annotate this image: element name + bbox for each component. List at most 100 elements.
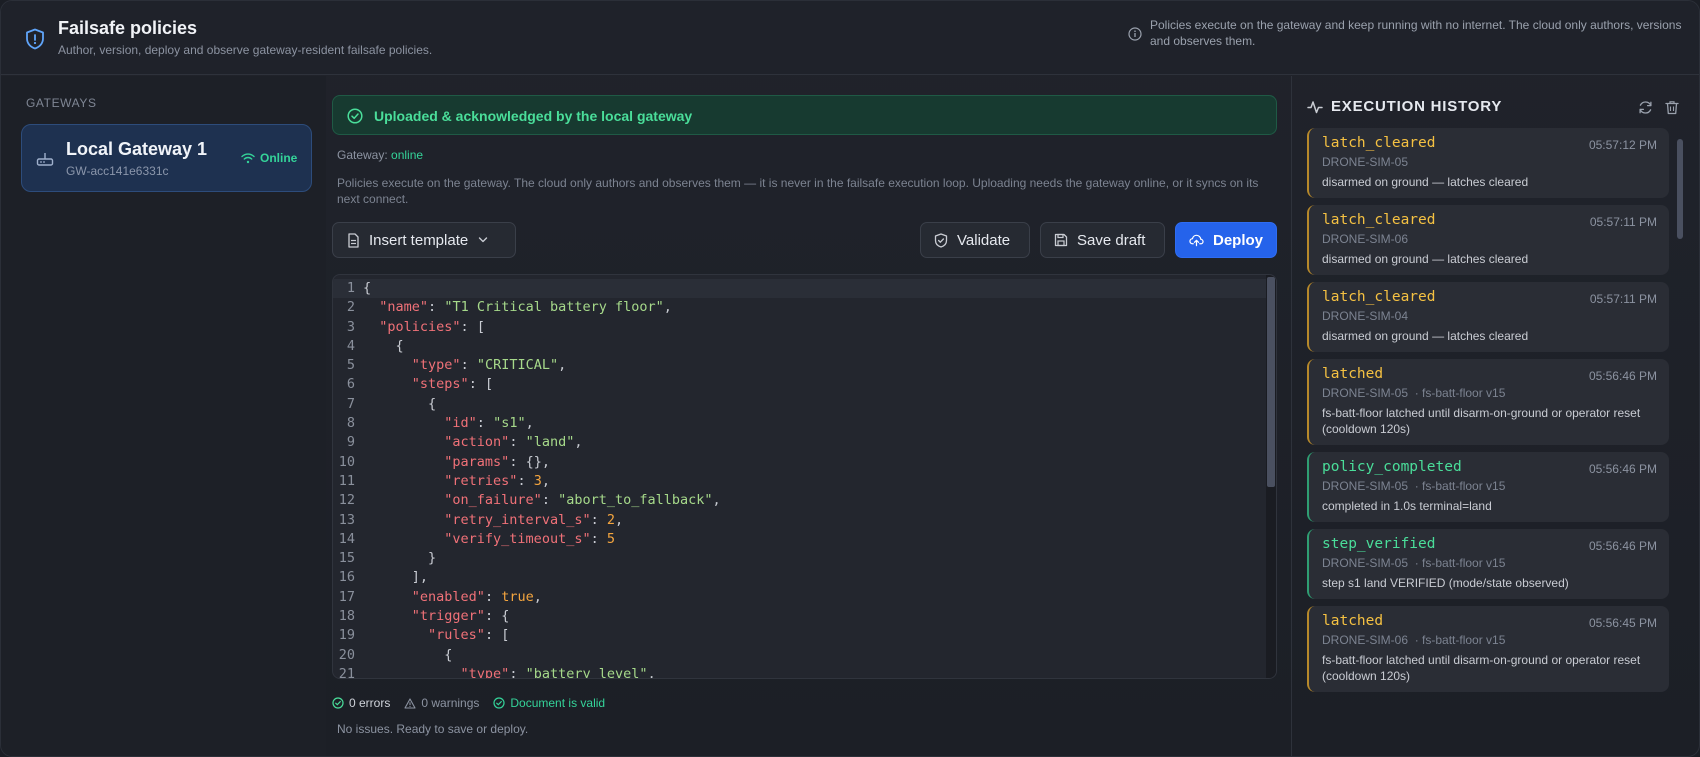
cloud-upload-icon — [1189, 234, 1204, 247]
validate-label: Validate — [957, 231, 1011, 249]
event-policy: · fs-batt-floor v15 — [1414, 386, 1506, 400]
event-message: disarmed on ground — latches cleared — [1322, 252, 1529, 266]
json-code-editor[interactable]: 1{2 "name": "T1 Critical battery floor",… — [332, 274, 1277, 679]
code-line: 13 "retry_interval_s": 2, — [338, 511, 624, 528]
banner-text: Uploaded & acknowledged by the local gat… — [374, 108, 693, 124]
event-meta: DRONE-SIM-05 · fs-batt-floor v15 — [1322, 556, 1657, 570]
event-message: disarmed on ground — latches cleared — [1322, 175, 1529, 189]
execution-history-panel: EXECUTION HISTORY latch_cleared 05:57:12 … — [1291, 76, 1699, 756]
history-event[interactable]: latch_cleared 05:57:11 PM DRONE-SIM-04 disa… — [1307, 282, 1669, 352]
event-meta: DRONE-SIM-06 · fs-batt-floor v15 — [1322, 633, 1657, 647]
event-drone: DRONE-SIM-04 — [1322, 309, 1409, 323]
page-subtitle: Author, version, deploy and observe gate… — [58, 43, 433, 57]
validate-button[interactable]: Validate — [920, 222, 1030, 258]
code-line: 19 "rules": [ — [338, 627, 510, 644]
gateway-card-local-gateway-1[interactable]: Local Gateway 1 GW-acc141e6331c Online — [21, 124, 312, 192]
app-window: Failsafe policies Author, version, deplo… — [0, 0, 1700, 757]
event-drone: DRONE-SIM-05 — [1322, 479, 1409, 493]
document-valid-label: Document is valid — [510, 696, 606, 710]
deploy-button[interactable]: Deploy — [1175, 222, 1277, 258]
header-info-text: Policies execute on the gateway and keep… — [1150, 18, 1682, 48]
event-time: 05:56:46 PM — [1588, 369, 1657, 383]
history-event[interactable]: latch_cleared 05:57:11 PM DRONE-SIM-06 disa… — [1307, 205, 1669, 275]
errors-label: 0 errors — [349, 696, 391, 710]
trash-icon[interactable] — [1665, 100, 1679, 115]
event-policy: · fs-batt-floor v15 — [1414, 556, 1506, 570]
check-circle-icon — [347, 108, 363, 124]
code-line: 5 "type": "CRITICAL", — [346, 357, 567, 374]
warnings-label: 0 warnings — [421, 696, 480, 710]
event-drone: DRONE-SIM-05 — [1322, 155, 1409, 169]
save-draft-button[interactable]: Save draft — [1040, 222, 1165, 258]
event-meta: DRONE-SIM-05 · fs-batt-floor v15 — [1322, 479, 1657, 493]
activity-icon — [1307, 101, 1323, 114]
event-drone: DRONE-SIM-06 — [1322, 232, 1409, 246]
event-meta: DRONE-SIM-04 — [1322, 309, 1657, 323]
event-time: 05:57:12 PM — [1588, 138, 1657, 152]
code-line: 6 "steps": [ — [346, 376, 494, 393]
history-event[interactable]: latch_cleared 05:57:12 PM DRONE-SIM-05 disa… — [1307, 128, 1669, 198]
event-message: fs-batt-floor latched until disarm-on-gr… — [1322, 406, 1641, 436]
history-event[interactable]: latched 05:56:46 PM DRONE-SIM-05 · fs-batt… — [1307, 359, 1669, 445]
router-icon — [36, 153, 54, 166]
code-line: 2 "name": "T1 Critical battery floor", — [346, 299, 672, 316]
event-time: 05:56:46 PM — [1588, 462, 1657, 476]
document-valid-indicator: Document is valid — [493, 696, 605, 710]
gateway-status-label: Gateway: — [337, 148, 388, 162]
code-line: 7 { — [346, 395, 437, 412]
event-meta: DRONE-SIM-05 — [1322, 155, 1657, 169]
gateway-status-badge: Online — [260, 151, 298, 165]
code-line: 10 "params": {}, — [338, 453, 550, 470]
code-line: 17 "enabled": true, — [338, 588, 542, 605]
policy-description: Policies execute on the gateway. The clo… — [337, 176, 1259, 206]
check-circle-icon — [493, 697, 505, 709]
info-icon — [1128, 27, 1142, 41]
gateways-section-label: GATEWAYS — [26, 96, 97, 110]
event-message: step s1 land VERIFIED (mode/state observ… — [1322, 576, 1569, 590]
execution-history-title: EXECUTION HISTORY — [1331, 98, 1503, 115]
gateway-status-value: online — [391, 148, 424, 162]
code-line: 16 ], — [338, 569, 429, 586]
code-line: 8 "id": "s1", — [346, 415, 534, 432]
history-event[interactable]: step_verified 05:56:46 PM DRONE-SIM-05 · f… — [1307, 529, 1669, 599]
event-meta: DRONE-SIM-05 · fs-batt-floor v15 — [1322, 386, 1657, 400]
page-header: Failsafe policies Author, version, deplo… — [1, 1, 1699, 75]
code-line: 18 "trigger": { — [338, 608, 510, 625]
errors-count: 0 errors — [332, 696, 390, 710]
event-time: 05:56:45 PM — [1588, 616, 1657, 630]
gateway-name: Local Gateway 1 — [66, 139, 208, 159]
editor-scrollbar[interactable] — [1266, 275, 1276, 678]
code-line: 9 "action": "land", — [346, 434, 583, 451]
save-icon — [1054, 233, 1068, 247]
refresh-icon[interactable] — [1638, 100, 1653, 115]
code-line: 21 "type": "battery_level", — [338, 665, 656, 679]
history-scroll-thumb[interactable] — [1677, 139, 1683, 239]
gateway-sidebar: GATEWAYS Local Gateway 1 GW-acc141e6331c… — [1, 76, 326, 756]
shield-check-icon — [934, 232, 948, 248]
event-drone: DRONE-SIM-05 — [1322, 556, 1409, 570]
save-draft-label: Save draft — [1077, 231, 1146, 249]
history-event[interactable]: latched 05:56:45 PM DRONE-SIM-06 · fs-batt… — [1307, 606, 1669, 692]
upload-success-banner: Uploaded & acknowledged by the local gat… — [332, 95, 1277, 135]
gateway-status-line: Gateway: online — [337, 148, 423, 162]
check-circle-icon — [332, 697, 344, 709]
code-line: 15 } — [338, 550, 437, 567]
code-line: 1{ — [333, 279, 1268, 299]
insert-template-button[interactable]: Insert template — [332, 222, 516, 258]
history-event[interactable]: policy_completed 05:56:46 PM DRONE-SIM-05 … — [1307, 452, 1669, 522]
event-drone: DRONE-SIM-06 — [1322, 633, 1409, 647]
deploy-label: Deploy — [1212, 231, 1263, 249]
event-policy: · fs-batt-floor v15 — [1414, 479, 1506, 493]
event-meta: DRONE-SIM-06 — [1322, 232, 1657, 246]
policy-editor-panel: Uploaded & acknowledged by the local gat… — [332, 76, 1277, 756]
editor-scroll-thumb[interactable] — [1267, 277, 1275, 487]
validation-summary: No issues. Ready to save or deploy. — [337, 722, 529, 736]
validation-status-row: 0 errors 0 warnings Document is valid — [332, 696, 619, 710]
event-list: latch_cleared 05:57:12 PM DRONE-SIM-05 disa… — [1307, 128, 1669, 699]
event-time: 05:56:46 PM — [1588, 539, 1657, 553]
event-message: disarmed on ground — latches cleared — [1322, 329, 1529, 343]
code-line: 3 "policies": [ — [346, 318, 485, 335]
code-line: 11 "retries": 3, — [338, 472, 550, 489]
chevron-down-icon — [479, 237, 488, 243]
event-message: fs-batt-floor latched until disarm-on-gr… — [1322, 653, 1641, 683]
